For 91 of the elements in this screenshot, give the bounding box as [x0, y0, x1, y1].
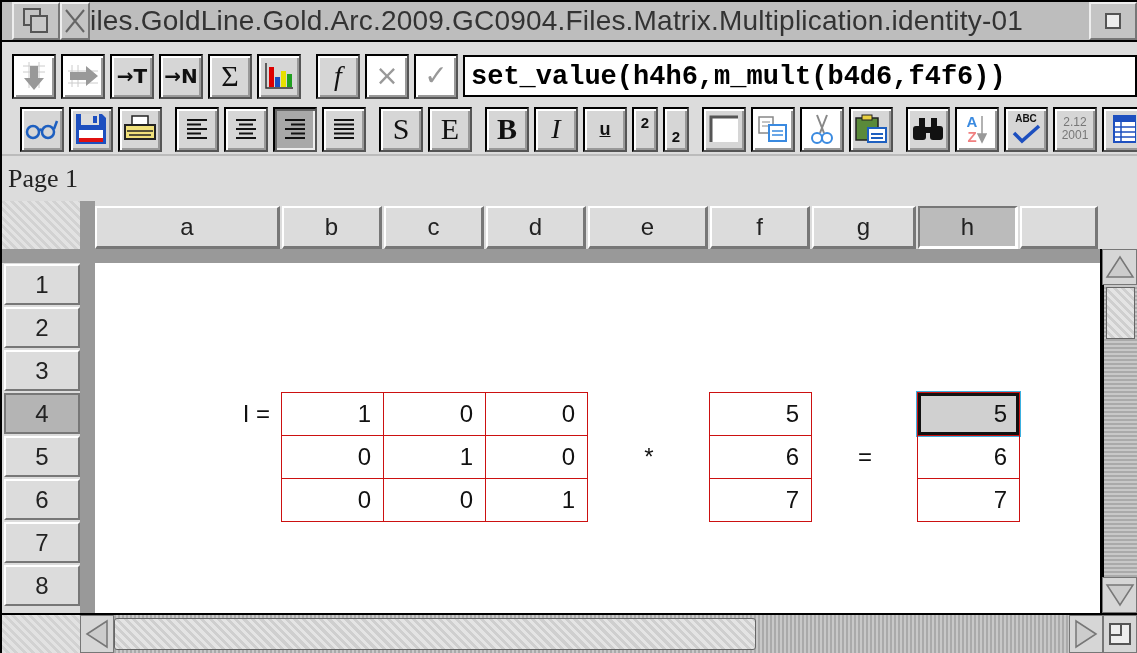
left-triangle-icon: [84, 619, 110, 649]
column-header[interactable]: g: [812, 206, 916, 249]
underline-button[interactable]: u: [583, 106, 627, 152]
clipboard-icon: [854, 113, 888, 145]
style-button[interactable]: S: [379, 106, 423, 152]
close-button[interactable]: [60, 2, 90, 40]
scroll-thumb[interactable]: [114, 618, 756, 650]
row-header[interactable]: 5: [4, 436, 80, 477]
row-header[interactable]: 2: [4, 307, 80, 348]
scroll-up-button[interactable]: [1102, 249, 1137, 285]
scroll-right-button[interactable]: [1069, 615, 1103, 653]
table-cell: 0: [485, 392, 588, 436]
table-cell: 7: [709, 478, 812, 522]
view-button[interactable]: [20, 106, 64, 152]
italic-button[interactable]: I: [534, 106, 578, 152]
copy-button[interactable]: [751, 106, 795, 152]
table-cell: 5: [709, 392, 812, 436]
superscript-button[interactable]: 2: [632, 106, 658, 152]
chart-button[interactable]: [257, 53, 301, 99]
align-right-button[interactable]: [273, 106, 317, 152]
table-cell: 7: [917, 478, 1020, 522]
row-header[interactable]: 7: [4, 522, 80, 563]
column-header[interactable]: b: [282, 206, 382, 249]
table-cell: 1: [485, 478, 588, 522]
tool-button[interactable]: →N: [159, 53, 203, 99]
overlapping-squares-icon: [21, 6, 51, 36]
table-cell: 5: [917, 392, 1020, 436]
align-center-button[interactable]: [224, 106, 268, 152]
spell-letters: ABC: [1015, 114, 1037, 124]
binoculars-icon: [911, 116, 945, 142]
scroll-down-button[interactable]: [1102, 577, 1137, 613]
find-button[interactable]: [906, 106, 950, 152]
toggle-size-button[interactable]: [1089, 2, 1137, 40]
spell-check-button[interactable]: ABC: [1004, 106, 1048, 152]
window-title: iles.GoldLine.Gold.Arc.2009.GC0904.Files.Matrix.Multiplication.identity-01: [90, 4, 1024, 38]
column-header[interactable]: c: [384, 206, 484, 249]
border-icon: [708, 114, 740, 144]
table-cell: 6: [709, 435, 812, 479]
sort-letters: A Z: [966, 114, 978, 144]
table-cell-text: *: [643, 441, 655, 472]
column-header[interactable]: e: [588, 206, 708, 249]
column-header[interactable]: a: [95, 206, 280, 249]
table-icon: [1112, 114, 1136, 144]
table-cell: 6: [917, 435, 1020, 479]
table-cell-text: I =: [241, 398, 271, 429]
bar-chart-icon: [263, 61, 295, 91]
column-header[interactable]: h: [918, 206, 1018, 249]
justify-button[interactable]: [322, 106, 366, 152]
align-left-button[interactable]: [175, 106, 219, 152]
column-header[interactable]: f: [710, 206, 810, 249]
print-button[interactable]: [118, 106, 162, 152]
paste-button[interactable]: [849, 106, 893, 152]
printer-icon: [123, 115, 157, 143]
save-button[interactable]: [69, 106, 113, 152]
right-triangle-icon: [1073, 619, 1099, 649]
sort-button[interactable]: A Z: [955, 106, 999, 152]
resize-icon: [1107, 621, 1133, 647]
column-header[interactable]: d: [486, 206, 586, 249]
column-header[interactable]: [1020, 206, 1098, 249]
subscript-button[interactable]: 2: [663, 106, 689, 152]
window-back-button[interactable]: [12, 2, 60, 40]
cut-button[interactable]: [800, 106, 844, 152]
row-header[interactable]: 4: [4, 393, 80, 434]
table-cell: 0: [281, 478, 384, 522]
up-triangle-icon: [1104, 254, 1135, 280]
bold-button[interactable]: B: [485, 106, 529, 152]
table-cell-text: =: [857, 441, 873, 472]
check-mark-icon: [1011, 124, 1041, 144]
row-header[interactable]: 8: [4, 565, 80, 606]
scroll-left-button[interactable]: [80, 615, 114, 653]
table-cell: 1: [281, 392, 384, 436]
row-header[interactable]: 3: [4, 350, 80, 391]
close-icon: [64, 8, 86, 34]
style-button[interactable]: E: [428, 106, 472, 152]
page-label: Page 1: [8, 163, 79, 194]
scroll-thumb[interactable]: [1106, 287, 1135, 339]
tool-button[interactable]: →T: [110, 53, 154, 99]
tool-button[interactable]: Σ: [208, 53, 252, 99]
row-header[interactable]: 1: [4, 264, 80, 305]
row-header[interactable]: 6: [4, 479, 80, 520]
border-button[interactable]: [702, 106, 746, 152]
scissors-icon: [810, 113, 834, 145]
formula-field[interactable]: set_value(h4h6,m_mult(b4d6,f4f6)): [463, 55, 1137, 97]
copy-icon: [757, 115, 789, 143]
table-button[interactable]: [1102, 106, 1137, 152]
resize-button[interactable]: [1103, 615, 1137, 653]
square-icon: [1103, 11, 1123, 31]
function-button[interactable]: f: [316, 53, 360, 99]
glasses-icon: [25, 118, 59, 140]
down-arrow-icon: [977, 114, 988, 144]
down-triangle-icon: [1104, 582, 1135, 608]
